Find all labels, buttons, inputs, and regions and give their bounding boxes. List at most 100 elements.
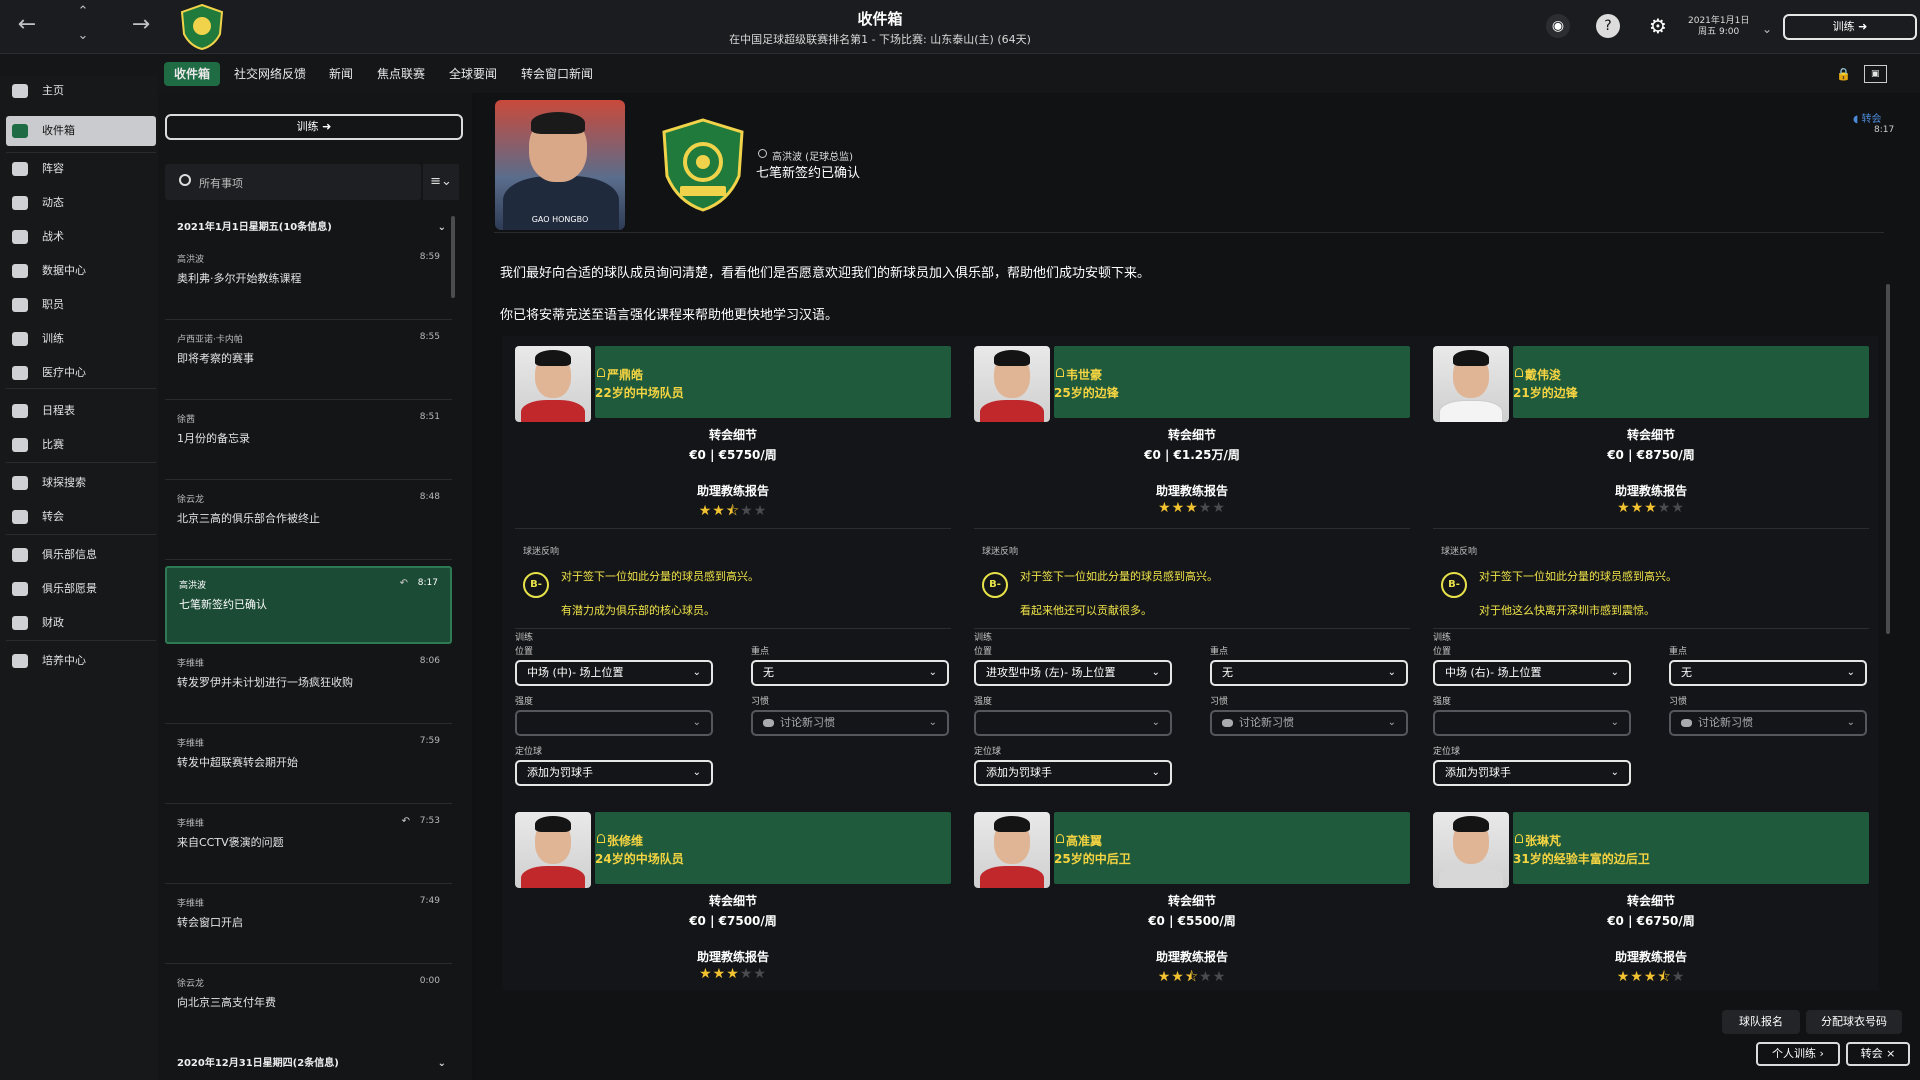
player-banner[interactable] [595, 812, 951, 884]
tab-global-news[interactable]: 全球要闻 [439, 62, 507, 86]
inbox-message[interactable]: 李维维 7:49 转会窗口开启 [165, 886, 452, 964]
sidebar-item-finances[interactable]: 财政 [6, 608, 156, 638]
player-name[interactable]: 张修维 [607, 832, 643, 849]
sidebar-item-transfers[interactable]: 转会 [6, 502, 156, 532]
inbox-message[interactable]: 徐茜 8:51 1月份的备忘录 [165, 402, 452, 480]
inbox-message[interactable]: 李维维 ↶ 7:53 来自CCTV褒演的问题 [165, 806, 452, 884]
habit-select[interactable]: 讨论新习惯 ⌄ [1210, 710, 1408, 736]
message-from[interactable]: 高洪波 (足球总监) [758, 148, 853, 163]
player-photo[interactable] [974, 812, 1050, 888]
player-name[interactable]: 高准翼 [1066, 832, 1102, 849]
tab-transfer-window-news[interactable]: 转会窗口新闻 [511, 62, 603, 86]
inbox-message-selected[interactable]: 高洪波 ↶ 8:17 七笔新签约已确认 [165, 566, 452, 644]
person-icon [1515, 834, 1523, 843]
individual-training-button[interactable]: 个人训练 › [1756, 1042, 1840, 1066]
photo-caption: GAO HONGBO [531, 215, 589, 224]
search-input[interactable]: 所有事项 [165, 164, 421, 200]
sender-photo[interactable]: GAO HONGBO [495, 100, 625, 230]
picture-frame-icon[interactable]: ▣ [1864, 65, 1887, 83]
settings-gear-icon[interactable]: ⚙ [1646, 14, 1670, 38]
set-piece-select[interactable]: 添加为罚球手 ⌄ [1433, 760, 1631, 786]
club-crest-icon[interactable] [180, 4, 224, 50]
habit-select[interactable]: 讨论新习惯 ⌄ [751, 710, 949, 736]
player-photo[interactable] [1433, 812, 1509, 888]
back-arrow-icon[interactable]: ← [12, 10, 42, 40]
player-photo[interactable] [515, 346, 591, 422]
focus-select[interactable]: 无 ⌄ [1210, 660, 1408, 686]
filter-menu-icon[interactable]: ≡⌄ [423, 164, 459, 200]
chevron-down-icon[interactable]: ⌄ [438, 216, 446, 240]
position-label: 位置 [974, 647, 993, 657]
sidebar-item-schedule[interactable]: 日程表 [6, 396, 156, 426]
player-banner[interactable] [1513, 812, 1869, 884]
position-select[interactable]: 中场 (中)- 场上位置 ⌄ [515, 660, 713, 686]
globe-icon[interactable]: ◉ [1546, 14, 1570, 38]
down-chevron-icon[interactable]: ⌄ [68, 28, 98, 44]
day-group-header[interactable]: 2020年12月31日星期四(2条信息) ⌄ [165, 1054, 452, 1074]
intensity-select[interactable]: ⌄ [974, 710, 1172, 736]
focus-select[interactable]: 无 ⌄ [751, 660, 949, 686]
sidebar-item-data-hub[interactable]: 数据中心 [6, 256, 156, 286]
position-select[interactable]: 进攻型中场 (左)- 场上位置 ⌄ [974, 660, 1172, 686]
sidebar-item-staff[interactable]: 职员 [6, 290, 156, 320]
sidebar-item-scouting[interactable]: 球探搜索 [6, 468, 156, 498]
inbox-message[interactable]: 卢西亚诺·卡内帕 8:55 即将考察的赛事 [165, 322, 452, 400]
player-photo[interactable] [515, 812, 591, 888]
help-icon[interactable]: ? [1596, 14, 1620, 38]
message-scrollbar[interactable] [1886, 284, 1890, 634]
day-group-header[interactable]: 2021年1月1日星期五(10条信息) ⌄ [165, 216, 452, 240]
sidebar-item-competitions[interactable]: 比赛 [6, 430, 156, 460]
jersey-icon [12, 162, 28, 176]
intensity-select[interactable]: ⌄ [515, 710, 713, 736]
tab-inbox[interactable]: 收件箱 [164, 62, 221, 86]
inbox-message[interactable]: 徐云龙 8:48 北京三高的俱乐部合作被终止 [165, 482, 452, 560]
focus-select[interactable]: 无 ⌄ [1669, 660, 1867, 686]
intensity-select[interactable]: ⌄ [1433, 710, 1631, 736]
sidebar-item-squad[interactable]: 阵容 [6, 154, 156, 184]
player-photo[interactable] [974, 346, 1050, 422]
sidebar-item-home[interactable]: 主页 [6, 76, 156, 106]
sidebar-item-club-info[interactable]: 俱乐部信息 [6, 540, 156, 570]
lock-icon[interactable]: 🔒 [1826, 62, 1861, 86]
forward-arrow-icon[interactable]: → [126, 10, 156, 40]
up-chevron-icon[interactable]: ⌃ [68, 4, 98, 20]
sidebar-label: 培养中心 [42, 654, 86, 667]
date-dropdown-chevron-icon[interactable]: ⌄ [1752, 14, 1782, 44]
set-piece-select[interactable]: 添加为罚球手 ⌄ [974, 760, 1172, 786]
fan-reaction-label: 球迷反响 [982, 547, 1019, 557]
continue-button[interactable]: 训练 ➜ [1783, 14, 1917, 40]
inbox-message[interactable]: 高洪波 8:59 奥利弗·多尔开始教练课程 [165, 242, 452, 320]
sidebar-item-club-vision[interactable]: 俱乐部愿景 [6, 574, 156, 604]
inbox-training-button[interactable]: 训练 ➜ [165, 114, 463, 140]
inbox-message[interactable]: 李维维 7:59 转发中超联赛转会期开始 [165, 726, 452, 804]
squad-registration-button[interactable]: 球队报名 [1722, 1010, 1800, 1034]
sidebar-item-inbox[interactable]: 收件箱 [6, 116, 156, 146]
sidebar-item-medical[interactable]: 医疗中心 [6, 358, 156, 388]
player-banner[interactable] [595, 346, 951, 418]
player-banner[interactable] [1054, 346, 1410, 418]
player-name[interactable]: 戴伟浚 [1525, 366, 1561, 383]
inbox-message[interactable]: 李维维 8:06 转发罗伊并未计划进行一场疯狂收购 [165, 646, 452, 724]
player-name[interactable]: 韦世豪 [1066, 366, 1102, 383]
player-photo[interactable] [1433, 346, 1509, 422]
chevron-down-icon[interactable]: ⌄ [438, 1054, 446, 1074]
transfer-button[interactable]: 转会 × [1846, 1042, 1910, 1066]
player-name[interactable]: 严鼎皓 [607, 366, 643, 383]
habit-select[interactable]: 讨论新习惯 ⌄ [1669, 710, 1867, 736]
sidebar-item-tactics[interactable]: 战术 [6, 222, 156, 252]
assign-numbers-button[interactable]: 分配球衣号码 [1806, 1010, 1902, 1034]
set-piece-select[interactable]: 添加为罚球手 ⌄ [515, 760, 713, 786]
player-banner[interactable] [1054, 812, 1410, 884]
inbox-message[interactable]: 徐云龙 0:00 向北京三高支付年费 [165, 966, 452, 1044]
position-select[interactable]: 中场 (右)- 场上位置 ⌄ [1433, 660, 1631, 686]
sidebar-item-dynamics[interactable]: 动态 [6, 188, 156, 218]
tab-social-feedback[interactable]: 社交网络反馈 [224, 62, 316, 86]
tab-focus-league[interactable]: 焦点联赛 [367, 62, 435, 86]
sidebar-item-training[interactable]: 训练 [6, 324, 156, 354]
game-date[interactable]: 2021年1月1日 周五 9:00 [1688, 16, 1749, 38]
transfer-tag[interactable]: ◖ 转会 [1853, 110, 1881, 125]
sidebar-item-development-centre[interactable]: 培养中心 [6, 646, 156, 676]
player-name[interactable]: 张琳芃 [1525, 832, 1561, 849]
tab-news[interactable]: 新闻 [319, 62, 363, 86]
player-banner[interactable] [1513, 346, 1869, 418]
